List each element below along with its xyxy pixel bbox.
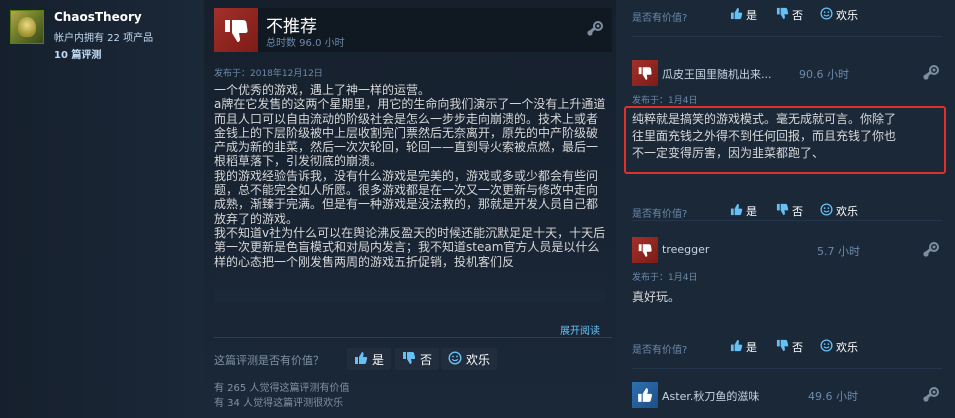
other-reviews-panel: 是否有价值? 是 否 欢乐 瓜皮王国里随机出来... 90.6 小时 发布于：1…	[622, 0, 955, 418]
review-hours: 49.6 小时	[808, 390, 858, 403]
vote-funny-label: 欢乐	[836, 205, 858, 218]
vote-yes-button[interactable]: 是	[730, 339, 757, 355]
text-fade	[214, 268, 606, 302]
review-paragraph: a牌在它发售的这两个星期里，用它的生命向我们演示了一个没有上升通道而且人口可以自…	[214, 97, 606, 169]
divider	[632, 36, 942, 37]
steam-logo-icon	[586, 20, 604, 42]
smiley-icon	[820, 339, 833, 355]
review-paragraph: 一个优秀的游戏，遇上了神一样的运营。	[214, 83, 431, 97]
vote-no-label: 否	[792, 9, 803, 22]
helpful-question: 这篇评测是否有价值？	[214, 354, 324, 367]
review-paragraph: 我的游戏经验告诉我，没有什么游戏是完美的，游戏或多或少都会有些问题，总不能完全如…	[214, 168, 599, 226]
funny-count: 有 34 人觉得这篇评测很欢乐	[214, 398, 344, 409]
smiley-icon	[820, 7, 833, 23]
vote-yes-button[interactable]: 是	[730, 7, 757, 23]
vote-yes-button[interactable]: 是	[347, 348, 392, 370]
thumb-up-icon	[730, 339, 743, 355]
smiley-icon	[448, 350, 462, 368]
highlight-box	[624, 106, 946, 174]
thumb-up-icon	[730, 203, 743, 219]
vote-funny-button[interactable]: 欢乐	[441, 348, 498, 370]
vote-no-label: 否	[792, 205, 803, 218]
helpful-question: 是否有价值?	[632, 13, 688, 24]
vote-no-button[interactable]: 否	[776, 203, 803, 219]
vote-no-button[interactable]: 否	[395, 348, 440, 370]
helpful-question: 是否有价值?	[632, 345, 688, 356]
vote-funny-label: 欢乐	[466, 352, 491, 367]
steam-logo-icon	[922, 64, 940, 86]
vote-no-label: 否	[420, 352, 433, 367]
products-owned[interactable]: 帐户内拥有 22 项产品	[54, 29, 153, 44]
review-paragraph: 我不知道v社为什么可以在舆论沸反盈天的时候还能沉默足足十天，十天后第一次更新是色…	[214, 225, 606, 269]
reviewer-profile: ChaosTheory 帐户内拥有 22 项产品 10 篇评测	[0, 0, 200, 418]
steam-logo-icon	[922, 386, 940, 408]
thumb-up-icon	[632, 382, 658, 408]
vote-yes-label: 是	[746, 9, 757, 22]
vote-yes-label: 是	[372, 352, 385, 367]
review-item[interactable]: Aster.秋刀鱼的滋味 49.6 小时	[632, 382, 942, 418]
avatar[interactable]	[10, 10, 44, 44]
divider	[632, 368, 942, 369]
review-author[interactable]: Aster.秋刀鱼的滋味	[662, 388, 759, 404]
review-text: 真好玩。	[632, 290, 681, 304]
review-posted-date: 发布于：2018年12月12日	[214, 69, 323, 79]
vote-header: 不推荐 总时数 96.0 小时	[214, 8, 612, 52]
vote-funny-button[interactable]: 欢乐	[820, 339, 858, 355]
review-item[interactable]: treegger 5.7 小时 发布于：1月4日 真好玩。 是否有价值? 是 否…	[632, 237, 942, 367]
reviews-count[interactable]: 10 篇评测	[54, 46, 101, 61]
top-vote-row: 是否有价值? 是 否 欢乐	[632, 0, 942, 32]
vote-funny-label: 欢乐	[836, 9, 858, 22]
helpful-count: 有 265 人觉得这篇评测有价值	[214, 383, 350, 394]
username[interactable]: ChaosTheory	[54, 10, 142, 24]
thumb-down-icon	[776, 7, 789, 23]
review-author[interactable]: 瓜皮王国里随机出来...	[662, 66, 772, 82]
vote-funny-button[interactable]: 欢乐	[820, 7, 858, 23]
thumb-up-icon	[354, 351, 368, 368]
vote-yes-label: 是	[746, 341, 757, 354]
review-hours: 5.7 小时	[817, 245, 860, 258]
thumb-down-icon	[214, 8, 258, 52]
vote-no-button[interactable]: 否	[776, 339, 803, 355]
thumb-down-icon	[632, 237, 658, 263]
divider	[214, 337, 612, 338]
thumb-up-icon	[730, 7, 743, 23]
thumb-down-icon	[776, 203, 789, 219]
smiley-icon	[820, 203, 833, 219]
expand-review-link[interactable]: 展开阅读	[560, 322, 600, 337]
vote-no-label: 否	[792, 341, 803, 354]
vote-yes-button[interactable]: 是	[730, 203, 757, 219]
review-hours: 90.6 小时	[799, 68, 849, 81]
thumb-down-icon	[776, 339, 789, 355]
review-hours: 总时数 96.0 小时	[266, 38, 345, 49]
helpful-question: 是否有价值?	[632, 209, 688, 220]
vote-funny-label: 欢乐	[836, 341, 858, 354]
divider	[632, 220, 942, 221]
vote-yes-label: 是	[746, 205, 757, 218]
review-panel: 不推荐 总时数 96.0 小时 发布于：2018年12月12日 一个优秀的游戏，…	[204, 0, 616, 418]
review-posted-date: 发布于：1月4日	[632, 273, 698, 283]
thumb-down-icon	[632, 60, 658, 86]
vote-funny-button[interactable]: 欢乐	[820, 203, 858, 219]
vote-no-button[interactable]: 否	[776, 7, 803, 23]
review-posted-date: 发布于：1月4日	[632, 96, 698, 106]
thumb-down-icon	[402, 351, 416, 368]
review-author[interactable]: treegger	[662, 243, 709, 256]
steam-logo-icon	[922, 241, 940, 263]
